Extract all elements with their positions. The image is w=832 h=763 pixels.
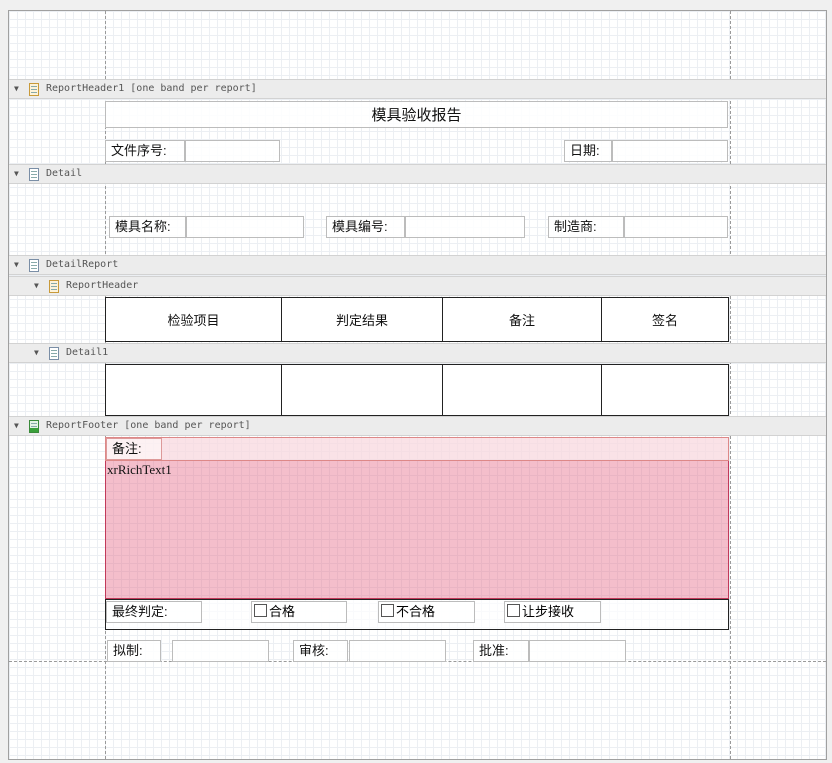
checkbox-icon [507,604,520,617]
table-header-cell[interactable]: 判定结果 [281,297,443,342]
remark-header-row [105,437,729,461]
detail-band-icon [49,347,59,360]
table-data-cell[interactable] [601,364,729,416]
band-caption: ReportHeader1 [one band per report] [46,83,257,94]
checkbox-label: 让步接收 [522,604,575,619]
review-label[interactable]: 审核: [293,640,348,662]
mold-name-field[interactable] [186,216,304,238]
band-detail[interactable]: ▼ Detail [9,164,826,184]
checkbox-fail[interactable]: 不合格 [378,601,475,623]
mold-name-label[interactable]: 模具名称: [109,216,186,238]
review-field[interactable] [349,640,446,662]
table-data-cell[interactable] [442,364,602,416]
maker-label[interactable]: 制造商: [548,216,624,238]
doc-no-field[interactable] [185,140,280,162]
table-header-cell[interactable]: 检验项目 [105,297,282,342]
collapse-arrow-icon[interactable]: ▼ [14,260,19,269]
report-footer-band-icon [29,420,39,433]
detail-report-band-icon [29,259,39,272]
collapse-arrow-icon[interactable]: ▼ [34,348,39,357]
table-data-cell[interactable] [281,364,443,416]
right-margin-line[interactable] [730,11,731,759]
doc-no-label[interactable]: 文件序号: [105,140,185,162]
table-data-cell[interactable] [105,364,282,416]
table-header-cell[interactable]: 签名 [601,297,729,342]
collapse-arrow-icon[interactable]: ▼ [14,84,19,93]
approve-label[interactable]: 批准: [473,640,529,662]
approve-field[interactable] [529,640,626,662]
maker-field[interactable] [624,216,728,238]
band-report-header[interactable]: ▼ ReportHeader1 [one band per report] [9,79,826,99]
report-header-band-icon [29,83,39,96]
collapse-arrow-icon[interactable]: ▼ [14,421,19,430]
report-title[interactable]: 模具验收报告 [105,101,728,128]
band-caption: DetailReport [46,259,119,270]
detail-band-icon [29,168,39,181]
draft-label[interactable]: 拟制: [107,640,161,662]
report-design-surface[interactable]: ▼ ReportHeader1 [one band per report] 模具… [8,10,827,760]
checkbox-label: 合格 [269,604,296,619]
mold-no-label[interactable]: 模具编号: [326,216,405,238]
checkbox-label: 不合格 [396,604,436,619]
draft-field[interactable] [172,640,269,662]
band-detail1[interactable]: ▼ Detail1 [9,343,826,363]
checkbox-icon [381,604,394,617]
date-label[interactable]: 日期: [564,140,612,162]
band-detail-report[interactable]: ▼ DetailReport [9,255,826,275]
band-sub-report-header[interactable]: ▼ ReportHeader [9,276,826,296]
checkbox-pass[interactable]: 合格 [251,601,347,623]
band-caption: Detail [46,168,83,179]
date-field[interactable] [612,140,728,162]
band-report-footer[interactable]: ▼ ReportFooter [one band per report] [9,416,826,436]
report-header-band-icon [49,280,59,293]
checkbox-concession[interactable]: 让步接收 [504,601,601,623]
remark-label[interactable]: 备注: [106,438,162,460]
table-header-cell[interactable]: 备注 [442,297,602,342]
collapse-arrow-icon[interactable]: ▼ [34,281,39,290]
final-judgment-label[interactable]: 最终判定: [106,601,202,623]
checkbox-icon [254,604,267,617]
band-caption: ReportHeader [66,280,139,291]
collapse-arrow-icon[interactable]: ▼ [14,169,19,178]
mold-no-field[interactable] [405,216,525,238]
rich-text-control[interactable]: xrRichText1 [106,460,728,598]
band-caption: ReportFooter [one band per report] [46,420,251,431]
band-caption: Detail1 [66,347,109,358]
